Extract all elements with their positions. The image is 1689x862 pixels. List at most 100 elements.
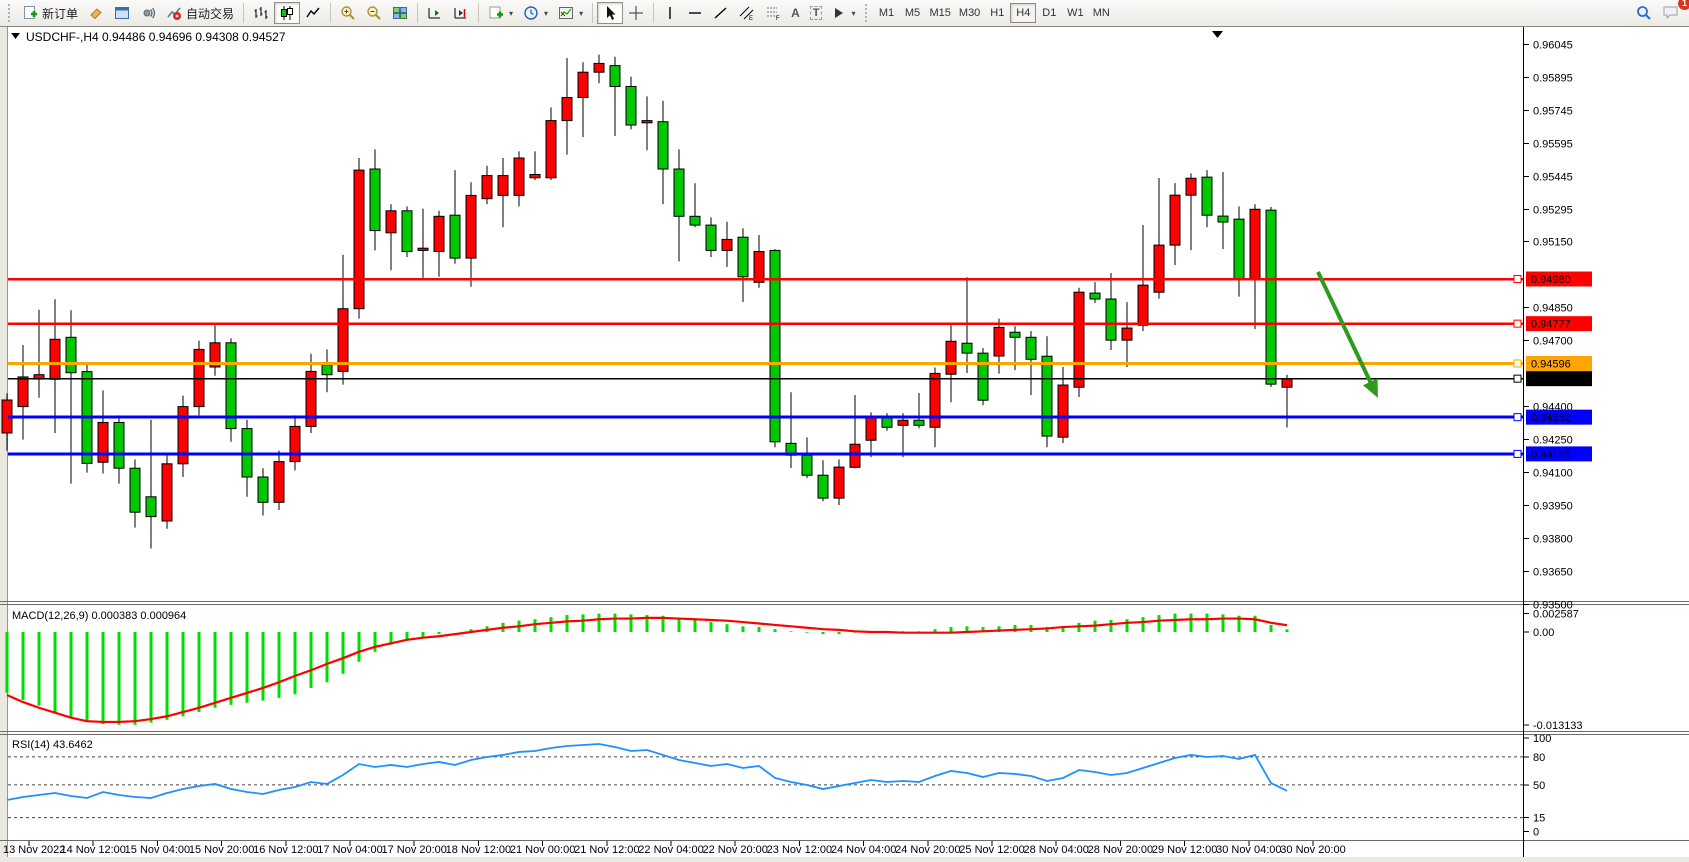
zoom-in-button[interactable]	[335, 2, 361, 24]
bear-candle	[706, 225, 716, 250]
time-axis-label: 22 Nov 04:00	[638, 844, 703, 856]
svg-text:0.94980: 0.94980	[1531, 274, 1571, 286]
tf-mn-button[interactable]: MN	[1088, 3, 1114, 23]
bar-chart-icon	[253, 5, 269, 21]
tile-windows-button[interactable]	[387, 2, 413, 24]
tf-w1-button[interactable]: W1	[1062, 3, 1088, 23]
bull-candle	[1074, 292, 1084, 387]
chart-shift-button[interactable]	[448, 2, 474, 24]
bull-candle	[50, 339, 60, 379]
candlestick-chart-button[interactable]	[274, 2, 300, 24]
tf-m1-button[interactable]: M1	[874, 3, 900, 23]
templates-icon	[558, 5, 574, 21]
tf-h1-button[interactable]: H1	[984, 3, 1010, 23]
tf-m30-button[interactable]: M30	[955, 3, 984, 23]
search-button[interactable]	[1631, 2, 1657, 24]
svg-text:0.94596: 0.94596	[1531, 358, 1571, 370]
text-tool-button[interactable]: A	[786, 2, 805, 24]
macd-axis-tick: 0.002587	[1533, 609, 1579, 621]
bull-candle	[386, 211, 396, 233]
bear-candle	[610, 66, 620, 87]
templates-button[interactable]: ▾	[553, 2, 588, 24]
eraser-button[interactable]	[83, 2, 109, 24]
bull-candle	[530, 175, 540, 178]
svg-text:0.94527: 0.94527	[1531, 374, 1571, 386]
bull-candle	[578, 72, 588, 97]
bull-candle	[98, 422, 108, 462]
svg-text:E: E	[749, 16, 753, 21]
macd-axis-tick: 0.00	[1533, 627, 1554, 639]
bar-chart-button[interactable]	[248, 2, 274, 24]
indicators-button[interactable]: ▾	[483, 2, 518, 24]
price-chart[interactable]: USDCHF-,H4 0.94486 0.94696 0.94308 0.945…	[0, 27, 1689, 862]
price-axis-tick: 0.95445	[1533, 172, 1573, 184]
chart-shift-marker[interactable]	[1212, 31, 1223, 38]
equidistant-channel-icon: E	[739, 5, 755, 21]
price-axis-tick: 0.93650	[1533, 567, 1573, 579]
bear-candle	[1026, 337, 1036, 359]
bear-candle	[1010, 332, 1020, 337]
rsi-axis-tick: 0	[1533, 827, 1539, 839]
rsi-axis-tick: 80	[1533, 752, 1545, 764]
arrows-tool-button[interactable]: ▾	[827, 2, 860, 24]
bear-candle	[658, 122, 668, 169]
market-watch-button[interactable]	[109, 2, 135, 24]
new-order-button[interactable]: 新订单	[17, 2, 83, 24]
vertical-line-tool-button[interactable]	[658, 2, 682, 24]
svg-text:0.94185: 0.94185	[1531, 449, 1571, 461]
candles-layer	[2, 55, 1292, 549]
tf-m15-button[interactable]: M15	[926, 3, 955, 23]
bull-candle	[1138, 285, 1148, 325]
cursor-icon	[602, 5, 618, 21]
symbol-dropdown-icon[interactable]	[11, 33, 20, 39]
time-axis-label: 22 Nov 20:00	[702, 844, 767, 856]
tf-h4-button[interactable]: H4	[1010, 3, 1036, 23]
trendline-tool-button[interactable]	[708, 2, 734, 24]
zoom-out-button[interactable]	[361, 2, 387, 24]
eraser-icon	[88, 5, 104, 21]
fibonacci-tool-button[interactable]: F	[760, 2, 786, 24]
bull-candle	[1122, 328, 1132, 340]
bull-candle	[18, 377, 28, 407]
bear-candle	[738, 237, 748, 277]
line-anchor-marker	[1514, 360, 1521, 367]
new-order-label: 新订单	[42, 5, 78, 22]
bull-candle	[434, 216, 444, 251]
auto-scroll-button[interactable]	[422, 2, 448, 24]
time-axis-label: 21 Nov 00:00	[510, 844, 575, 856]
toolbar-drag-handle[interactable]	[8, 4, 13, 22]
cursor-button[interactable]	[597, 2, 623, 24]
bear-candle	[1042, 356, 1052, 436]
crosshair-button[interactable]	[623, 2, 649, 24]
autotrading-button[interactable]: 自动交易	[161, 2, 239, 24]
bear-candle	[674, 169, 684, 216]
periods-button[interactable]: ▾	[518, 2, 553, 24]
bull-candle	[754, 252, 764, 283]
bear-candle	[66, 337, 76, 372]
toolbar-drag-handle[interactable]	[865, 4, 870, 22]
rsi-axis-tick: 50	[1533, 780, 1545, 792]
price-axis-tick: 0.95295	[1533, 205, 1573, 217]
time-axis-label: 16 Nov 12:00	[253, 844, 318, 856]
notification-badge[interactable]: 1	[1678, 0, 1689, 10]
rsi-axis-tick: 100	[1533, 733, 1551, 745]
time-axis-label: 25 Nov 12:00	[959, 844, 1024, 856]
rsi-line	[7, 744, 1287, 800]
text-label-tool-button[interactable]: T	[805, 2, 828, 24]
bull-candle	[1282, 379, 1292, 388]
dropdown-arrow-icon: ▾	[851, 9, 855, 18]
signal-button[interactable]	[135, 2, 161, 24]
channel-tool-button[interactable]: E	[734, 2, 760, 24]
price-axis-tick: 0.96045	[1533, 40, 1573, 52]
tf-m5-button[interactable]: M5	[900, 3, 926, 23]
tf-d1-button[interactable]: D1	[1036, 3, 1062, 23]
horizontal-line-tool-button[interactable]	[682, 2, 708, 24]
down-arrow-annotation[interactable]	[1318, 272, 1372, 386]
time-axis-label: 29 Nov 12:00	[1152, 844, 1217, 856]
bear-candle	[690, 216, 700, 225]
rsi-axis-tick: 15	[1533, 813, 1545, 825]
chart-shift-icon	[453, 5, 469, 21]
price-axis-tick: 0.93950	[1533, 501, 1573, 513]
macd-panel	[7, 614, 1287, 725]
line-chart-button[interactable]	[300, 2, 326, 24]
